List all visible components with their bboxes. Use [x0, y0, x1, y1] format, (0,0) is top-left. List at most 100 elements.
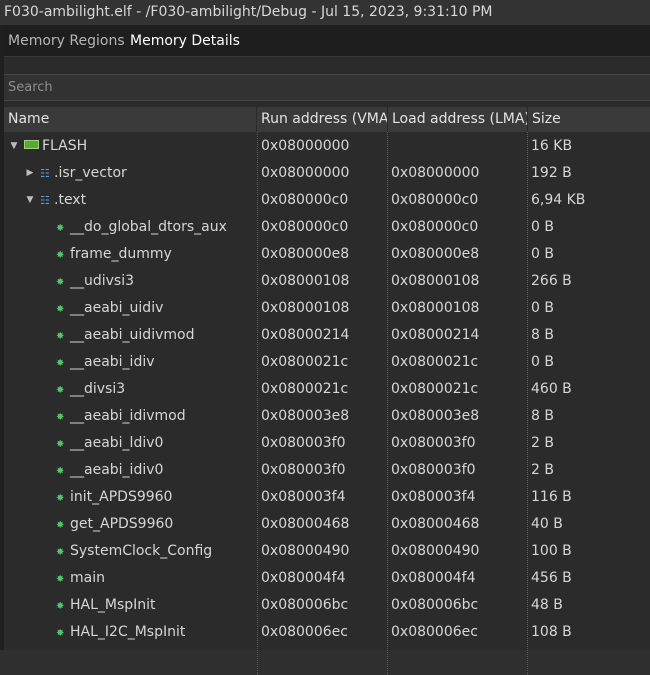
tab-memory-regions[interactable]: Memory Regions — [8, 25, 125, 56]
size-cell: 2 B — [531, 435, 554, 451]
row-name: __do_global_dtors_aux — [70, 219, 227, 235]
table-row[interactable]: ✸ __divsi3 0x0800021c 0x0800021c 460 B — [4, 376, 650, 403]
size-cell: 2 B — [531, 462, 554, 478]
name-cell: ✸ __aeabi_idiv0 — [4, 457, 256, 484]
load-address-cell — [387, 133, 527, 160]
symbol-icon: ✸ — [56, 520, 65, 531]
table-row[interactable]: ✸ __udivsi3 0x08000108 0x08000108 266 B — [4, 268, 650, 295]
run-address-cell: 0x08000000 — [261, 138, 350, 154]
row-name: __aeabi_idivmod — [70, 408, 186, 424]
load-address-cell: 0x080000c0 — [391, 192, 479, 208]
size-cell: 0 B — [531, 219, 554, 235]
table-row[interactable]: ✸ __aeabi_idiv 0x0800021c 0x0800021c 0 B — [4, 349, 650, 376]
run-address-cell: 0x080006ec — [261, 624, 348, 640]
row-name: __aeabi_idiv0 — [70, 462, 164, 478]
name-cell: ▼ ☷ .text — [4, 187, 256, 214]
load-address-cell: 0x080003e8 — [391, 408, 480, 424]
run-address-cell: 0x080003e8 — [261, 408, 350, 424]
load-address-cell: 0x08000468 — [391, 516, 480, 532]
name-cell: ✸ __aeabi_uidiv — [4, 295, 256, 322]
run-address-cell: 0x080003f4 — [261, 489, 346, 505]
row-name: __aeabi_ldiv0 — [70, 435, 164, 451]
size-cell: 116 B — [531, 489, 572, 505]
size-cell: 48 B — [531, 597, 563, 613]
load-address-cell: 0x080000e8 — [391, 246, 480, 262]
name-cell: ✸ init_APDS9960 — [4, 484, 256, 511]
run-address-cell: 0x080000e8 — [261, 246, 350, 262]
name-cell: ✸ __aeabi_idiv — [4, 349, 256, 376]
table-row[interactable]: ✸ __aeabi_idiv0 0x080003f0 0x080003f0 2 B — [4, 457, 650, 484]
memory-panel: Memory Regions Memory Details Name Run a… — [0, 25, 650, 675]
row-name: main — [70, 570, 105, 586]
run-address-cell: 0x08000490 — [261, 543, 350, 559]
table-row[interactable]: ▼ ☷ .text 0x080000c0 0x080000c0 6,94 KB — [4, 187, 650, 214]
table-row[interactable]: ✸ __aeabi_uidiv 0x08000108 0x08000108 0 B — [4, 295, 650, 322]
run-address-cell: 0x08000214 — [261, 327, 350, 343]
expand-down-icon[interactable]: ▼ — [8, 133, 20, 160]
symbol-icon: ✸ — [56, 223, 65, 234]
size-cell: 0 B — [531, 246, 554, 262]
run-address-cell: 0x080006bc — [261, 597, 349, 613]
symbol-icon: ✸ — [56, 358, 65, 369]
table-row[interactable]: ✸ get_APDS9960 0x08000468 0x08000468 40 B — [4, 511, 650, 538]
size-cell: 100 B — [531, 543, 572, 559]
table-row[interactable]: ✸ __aeabi_idivmod 0x080003e8 0x080003e8 8 B — [4, 403, 650, 430]
symbol-icon: ✸ — [56, 385, 65, 396]
tab-memory-details[interactable]: Memory Details — [130, 25, 240, 56]
table-row[interactable]: ✸ init_APDS9960 0x080003f4 0x080003f4 116 B — [4, 484, 650, 511]
row-name: .isr_vector — [54, 165, 127, 181]
name-cell: ✸ __aeabi_uidivmod — [4, 322, 256, 349]
table-row[interactable]: ✸ main 0x080004f4 0x080004f4 456 B — [4, 565, 650, 592]
table-row[interactable]: ▼ FLASH 0x08000000 16 KB — [4, 133, 650, 160]
table-row[interactable]: ✸ frame_dummy 0x080000e8 0x080000e8 0 B — [4, 241, 650, 268]
name-cell: ✸ __aeabi_idivmod — [4, 403, 256, 430]
search-box — [4, 74, 650, 101]
table-row[interactable]: ✸ __aeabi_uidivmod 0x08000214 0x08000214 8 B — [4, 322, 650, 349]
row-name: init_APDS9960 — [70, 489, 173, 505]
load-address-cell: 0x080006bc — [391, 597, 479, 613]
table-row[interactable]: ✸ __aeabi_ldiv0 0x080003f0 0x080003f0 2 B — [4, 430, 650, 457]
window-title: F030-ambilight.elf - /F030-ambilight/Deb… — [0, 0, 650, 25]
section-icon: ☷ — [40, 194, 50, 207]
name-cell: ✸ __do_global_dtors_aux — [4, 214, 256, 241]
table-row[interactable]: ▶ ☷ .isr_vector 0x08000000 0x08000000 192 B — [4, 160, 650, 187]
name-cell: ✸ HAL_MspInit — [4, 592, 256, 619]
column-header-load-address[interactable]: Load address (LMA) — [388, 107, 528, 132]
table-row[interactable]: ✸ HAL_MspInit 0x080006bc 0x080006bc 48 B — [4, 592, 650, 619]
load-address-cell: 0x08000108 — [391, 300, 480, 316]
load-address-cell: 0x08000214 — [391, 327, 480, 343]
row-name: __divsi3 — [70, 381, 126, 397]
name-cell: ✸ __aeabi_ldiv0 — [4, 430, 256, 457]
run-address-cell: 0x080003f0 — [261, 462, 346, 478]
run-address-cell: 0x08000108 — [261, 300, 350, 316]
symbol-icon: ✸ — [56, 547, 65, 558]
column-header-run-address[interactable]: Run address (VMA) — [257, 107, 388, 132]
size-cell: 108 B — [531, 624, 572, 640]
size-cell: 0 B — [531, 300, 554, 316]
table-header: Name Run address (VMA) Load address (LMA… — [4, 107, 650, 132]
run-address-cell: 0x0800021c — [261, 381, 349, 397]
load-address-cell: 0x080003f4 — [391, 489, 476, 505]
table-row[interactable]: ✸ __do_global_dtors_aux 0x080000c0 0x080000… — [4, 214, 650, 241]
symbol-icon: ✸ — [56, 439, 65, 450]
table-row[interactable]: ✸ HAL_I2C_MspInit 0x080006ec 0x080006ec 108 … — [4, 619, 650, 646]
load-address-cell: 0x080000c0 — [391, 219, 479, 235]
size-cell: 266 B — [531, 273, 572, 289]
row-name: FLASH — [42, 138, 88, 154]
expand-down-icon[interactable]: ▼ — [24, 187, 36, 214]
column-header-name[interactable]: Name — [4, 107, 257, 132]
run-address-cell: 0x080000c0 — [261, 192, 349, 208]
run-address-cell: 0x0800021c — [261, 354, 349, 370]
name-cell: ✸ get_APDS9960 — [4, 511, 256, 538]
size-cell: 460 B — [531, 381, 572, 397]
size-cell: 8 B — [531, 408, 554, 424]
search-input[interactable] — [4, 75, 650, 100]
load-address-cell: 0x080004f4 — [391, 570, 476, 586]
symbol-icon: ✸ — [56, 304, 65, 315]
column-header-size[interactable]: Size — [528, 107, 650, 132]
symbol-icon: ✸ — [56, 466, 65, 477]
table-row[interactable]: ✸ SystemClock_Config 0x08000490 0x08000490 1… — [4, 538, 650, 565]
size-cell: 192 B — [531, 165, 572, 181]
load-address-cell: 0x08000490 — [391, 543, 480, 559]
expand-right-icon[interactable]: ▶ — [24, 160, 36, 187]
